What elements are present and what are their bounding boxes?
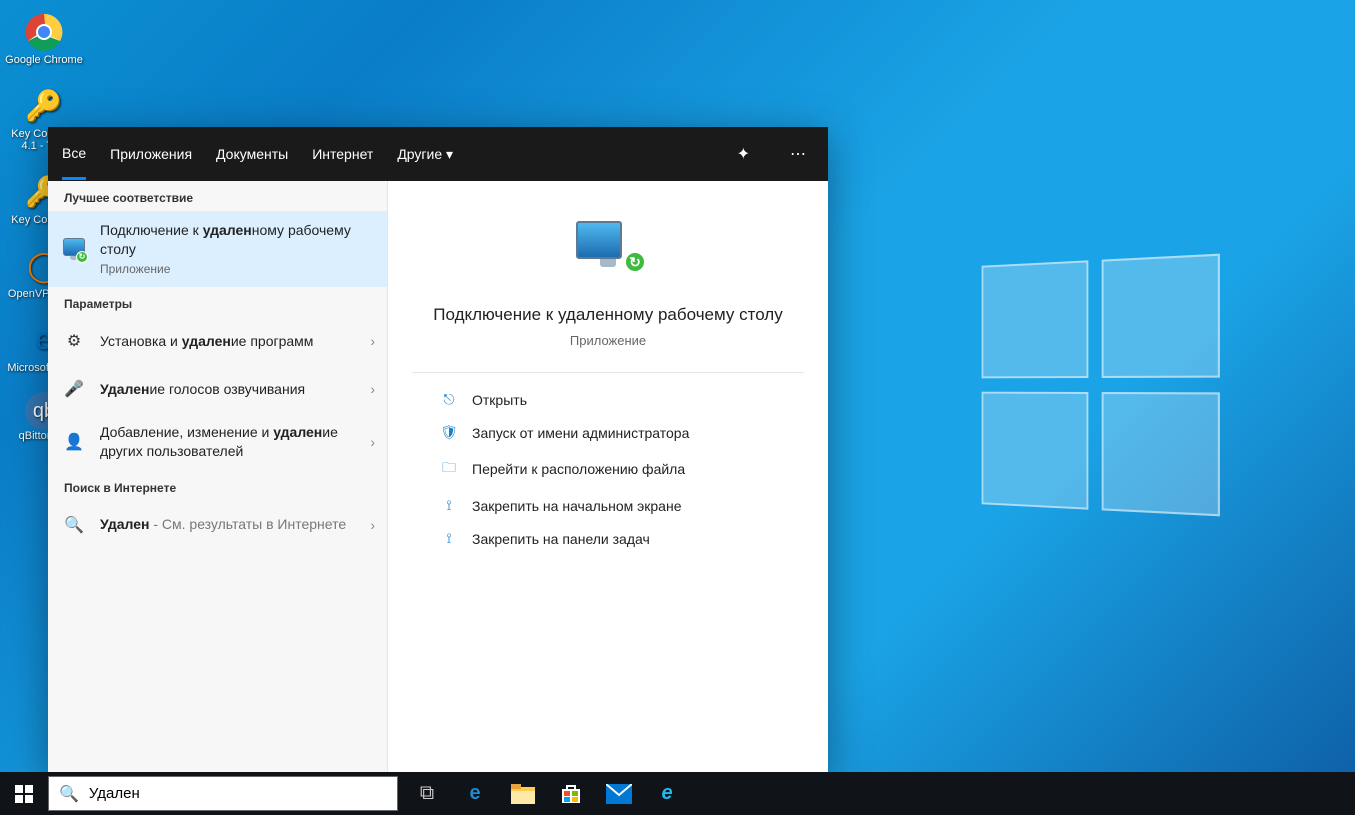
search-results-list: Лучшее соответствие ↻ Подключение к удал… bbox=[48, 181, 388, 772]
section-web: Поиск в Интернете bbox=[48, 471, 387, 501]
feedback-icon[interactable]: ✦ bbox=[729, 144, 758, 164]
action-open[interactable]: ⎋ Открыть bbox=[412, 383, 804, 416]
action-label: Открыть bbox=[472, 392, 527, 408]
user-icon: 👤 bbox=[60, 428, 88, 456]
wallpaper-windows-logo bbox=[982, 254, 1220, 517]
preview-type: Приложение bbox=[412, 333, 804, 348]
chrome-icon bbox=[22, 10, 66, 54]
start-button[interactable] bbox=[0, 772, 48, 815]
action-label: Закрепить на панели задач bbox=[472, 531, 650, 547]
action-label: Запуск от имени администратора bbox=[472, 425, 689, 441]
windows-logo-icon bbox=[15, 785, 33, 803]
tab-all[interactable]: Все bbox=[62, 129, 86, 180]
action-label: Закрепить на начальном экране bbox=[472, 498, 682, 514]
action-label: Перейти к расположению файла bbox=[472, 461, 685, 477]
tab-apps[interactable]: Приложения bbox=[110, 130, 192, 178]
app-icon: 🔑 bbox=[22, 84, 66, 128]
result-delete-voices[interactable]: 🎤 Удаление голосов озвучивания › bbox=[48, 365, 387, 413]
preview-actions: ⎋ Открыть 🛡 Запуск от имени администрато… bbox=[412, 372, 804, 565]
taskbar-search-box[interactable]: 🔍 bbox=[48, 776, 398, 811]
shield-icon: 🛡 bbox=[440, 424, 458, 441]
tab-documents[interactable]: Документы bbox=[216, 130, 288, 178]
desktop: Google Chrome 🔑 Key Collector 4.1 - Test… bbox=[0, 0, 1355, 815]
result-web-search[interactable]: 🔍 Удален - См. результаты в Интернете › bbox=[48, 501, 387, 549]
gear-icon: ⚙ bbox=[60, 327, 88, 355]
chevron-right-icon: › bbox=[362, 333, 375, 349]
taskbar-mail[interactable] bbox=[596, 772, 642, 815]
task-view-button[interactable]: ⧉ bbox=[404, 772, 450, 815]
tab-internet[interactable]: Интернет bbox=[312, 130, 373, 178]
pin-icon: ⟟ bbox=[440, 530, 458, 547]
preview-title: Подключение к удаленному рабочему столу bbox=[412, 305, 804, 325]
taskbar-edge[interactable]: e bbox=[452, 772, 498, 815]
search-filter-tabs: Все Приложения Документы Интернет Другие… bbox=[48, 127, 828, 181]
taskbar-ie[interactable]: e bbox=[644, 772, 690, 815]
action-run-as-admin[interactable]: 🛡 Запуск от имени администратора bbox=[412, 416, 804, 449]
result-uninstall-programs[interactable]: ⚙ Установка и удаление программ › bbox=[48, 317, 387, 365]
chevron-down-icon: ▾ bbox=[446, 146, 453, 162]
desktop-icon-label: Google Chrome bbox=[5, 54, 83, 66]
desktop-icon-chrome[interactable]: Google Chrome bbox=[4, 10, 84, 66]
search-input[interactable] bbox=[89, 785, 387, 802]
action-pin-taskbar[interactable]: ⟟ Закрепить на панели задач bbox=[412, 522, 804, 555]
chevron-right-icon: › bbox=[362, 381, 375, 397]
search-preview-pane: ↻ Подключение к удаленному рабочему стол… bbox=[388, 181, 828, 772]
result-remote-desktop[interactable]: ↻ Подключение к удаленному рабочему стол… bbox=[48, 211, 387, 287]
taskbar-file-explorer[interactable] bbox=[500, 772, 546, 815]
search-icon: 🔍 bbox=[60, 511, 88, 539]
folder-icon: 🗀 bbox=[440, 457, 458, 481]
section-best-match: Лучшее соответствие bbox=[48, 181, 387, 211]
search-icon: 🔍 bbox=[59, 784, 79, 804]
start-search-panel: Все Приложения Документы Интернет Другие… bbox=[48, 127, 828, 772]
tab-more[interactable]: Другие ▾ bbox=[397, 130, 453, 179]
more-options-icon[interactable]: ⋯ bbox=[782, 144, 814, 164]
chevron-right-icon: › bbox=[362, 434, 375, 450]
result-manage-users[interactable]: 👤 Добавление, изменение и удаление други… bbox=[48, 413, 387, 471]
taskbar-store[interactable] bbox=[548, 772, 594, 815]
section-settings: Параметры bbox=[48, 287, 387, 317]
open-icon: ⎋ bbox=[440, 391, 458, 408]
microphone-icon: 🎤 bbox=[60, 375, 88, 403]
remote-desktop-icon-large: ↻ bbox=[576, 221, 640, 285]
action-open-file-location[interactable]: 🗀 Перейти к расположению файла bbox=[412, 449, 804, 489]
chevron-right-icon: › bbox=[362, 517, 375, 533]
remote-desktop-icon: ↻ bbox=[60, 235, 88, 263]
pin-icon: ⟟ bbox=[440, 497, 458, 514]
taskbar: 🔍 ⧉ e e bbox=[0, 772, 1355, 815]
action-pin-start[interactable]: ⟟ Закрепить на начальном экране bbox=[412, 489, 804, 522]
